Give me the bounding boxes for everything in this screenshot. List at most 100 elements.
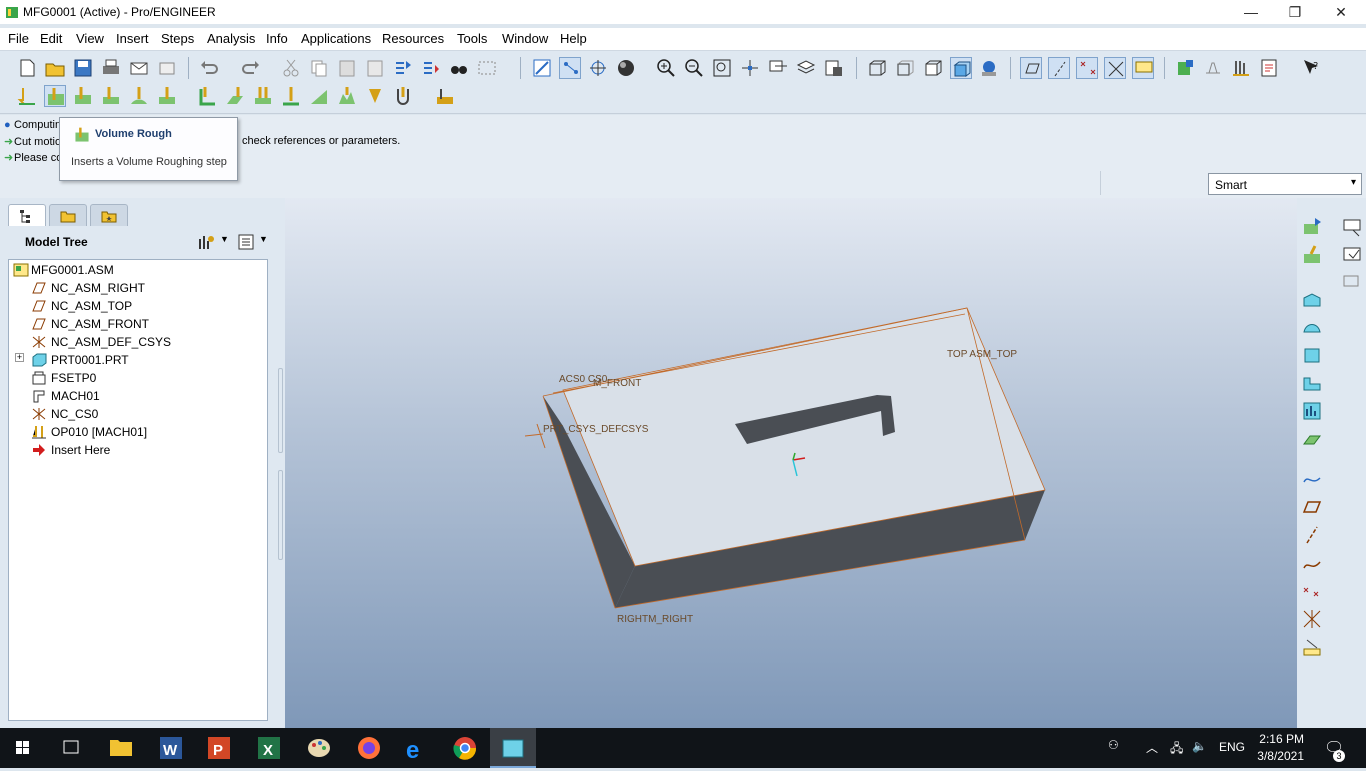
redo-icon[interactable] [240, 57, 262, 79]
mill-volume-icon[interactable] [1301, 244, 1323, 266]
tree-settings-icon[interactable] [197, 233, 215, 251]
engraving-icon[interactable] [308, 85, 330, 107]
start-button[interactable] [0, 728, 46, 768]
paste-icon[interactable] [336, 57, 358, 79]
edge-button[interactable]: e [394, 728, 440, 768]
proengineer-taskbar-button[interactable] [490, 728, 536, 768]
menu-help[interactable]: Help [560, 31, 587, 46]
menu-analysis[interactable]: Analysis [207, 31, 255, 46]
undo-icon[interactable] [198, 57, 220, 79]
csys-display-icon[interactable] [1104, 57, 1126, 79]
face-milling-icon[interactable] [252, 85, 274, 107]
volume-rough-icon[interactable] [44, 85, 66, 107]
sash-handle[interactable] [278, 368, 283, 453]
datum-point-tool-icon[interactable] [1301, 580, 1323, 602]
holemaking-icon[interactable] [392, 85, 414, 107]
maximize-button[interactable]: ❐ [1272, 0, 1318, 24]
trajectory-milling-icon[interactable] [280, 85, 302, 107]
tree-item[interactable]: NC_ASM_TOP [9, 297, 267, 315]
close-button[interactable]: ✕ [1318, 0, 1364, 24]
tree-item[interactable]: MFG0001.ASM [9, 261, 267, 279]
repaint-icon[interactable] [531, 57, 553, 79]
menu-window[interactable]: Window [502, 31, 548, 46]
chevron-down-icon[interactable]: ▼ [220, 234, 229, 244]
firefox-button[interactable] [346, 728, 392, 768]
selection-filter-dropdown[interactable]: Smart ▾ [1208, 173, 1362, 195]
workcell-icon[interactable] [1202, 57, 1224, 79]
tool-manager-icon[interactable] [1230, 57, 1252, 79]
display-style-sphere-icon[interactable] [615, 57, 637, 79]
menu-applications[interactable]: Applications [301, 31, 371, 46]
tree-item[interactable]: NC_ASM_DEF_CSYS [9, 333, 267, 351]
chart-feature-icon[interactable] [1301, 400, 1323, 422]
find-binoculars-icon[interactable] [448, 57, 470, 79]
task-view-button[interactable] [48, 728, 94, 768]
mill-surface-icon[interactable] [1341, 244, 1363, 266]
regenerate-icon[interactable] [392, 57, 414, 79]
analysis-tool-icon[interactable] [1301, 636, 1323, 658]
minimize-button[interactable]: — [1228, 0, 1274, 24]
chrome-button[interactable] [442, 728, 488, 768]
tree-item[interactable]: OP010 [MACH01] [9, 423, 267, 441]
cut-icon[interactable] [280, 57, 302, 79]
layers-icon[interactable] [795, 57, 817, 79]
nc-sequence-icon[interactable] [16, 85, 38, 107]
workpiece-icon[interactable] [1301, 288, 1323, 310]
word-button[interactable]: W [148, 728, 194, 768]
menu-view[interactable]: View [76, 31, 104, 46]
context-help-icon[interactable]: ? [1300, 57, 1322, 79]
roughing-icon[interactable] [72, 85, 94, 107]
wireframe-icon[interactable] [866, 57, 888, 79]
menu-info[interactable]: Info [266, 31, 288, 46]
menu-file[interactable]: File [8, 31, 29, 46]
reorient-icon[interactable] [739, 57, 761, 79]
panel-sash[interactable] [276, 198, 285, 728]
model-view[interactable]: TOP ASM_TOP RIGHTM_RIGHT ACS0 CS0 M_FRON… [285, 198, 1297, 728]
excel-button[interactable]: X [246, 728, 292, 768]
tree-item[interactable]: NC_ASM_FRONT [9, 315, 267, 333]
tree-item[interactable]: MACH01 [9, 387, 267, 405]
enhanced-realism-icon[interactable] [978, 57, 1000, 79]
chevron-down-icon[interactable]: ▼ [259, 234, 268, 244]
mfg-info-icon[interactable] [1258, 57, 1280, 79]
skin-surface-icon[interactable] [1301, 316, 1323, 338]
mfg-setup-icon[interactable] [1174, 57, 1196, 79]
clock-time[interactable]: 2:16 PM [1256, 732, 1304, 746]
tree-item[interactable]: NC_ASM_RIGHT [9, 279, 267, 297]
print-icon[interactable] [100, 57, 122, 79]
plunge-milling-icon[interactable] [364, 85, 386, 107]
file-explorer-button[interactable] [98, 728, 144, 768]
sash-handle[interactable] [278, 470, 283, 560]
zoom-out-icon[interactable] [683, 57, 705, 79]
toolpath-icon[interactable] [1341, 272, 1363, 294]
datum-planes-display-icon[interactable] [1020, 57, 1042, 79]
send-mail-icon[interactable] [128, 57, 150, 79]
menu-tools[interactable]: Tools [457, 31, 487, 46]
flat-surface-icon[interactable] [1301, 428, 1323, 450]
open-folder-icon[interactable] [44, 57, 66, 79]
menu-edit[interactable]: Edit [40, 31, 62, 46]
turning-icon[interactable] [434, 85, 456, 107]
powerpoint-button[interactable]: P [196, 728, 242, 768]
send-attachment-icon[interactable] [156, 57, 178, 79]
extrude-cut-icon[interactable] [1301, 372, 1323, 394]
menu-resources[interactable]: Resources [382, 31, 444, 46]
volume-icon[interactable]: 🔈 [1192, 739, 1207, 753]
people-icon[interactable]: ⚇ [1108, 738, 1119, 752]
tab-favorites[interactable] [90, 204, 128, 226]
regeneration-manager-icon[interactable] [420, 57, 442, 79]
mill-feature-icon[interactable] [1301, 344, 1323, 366]
tab-model-tree[interactable] [8, 204, 46, 226]
tab-folder-browser[interactable] [49, 204, 87, 226]
mill-window-icon[interactable] [1301, 216, 1323, 238]
tree-item[interactable]: NC_CS0 [9, 405, 267, 423]
hidden-line-icon[interactable] [894, 57, 916, 79]
sketch-icon[interactable] [1341, 216, 1363, 238]
save-icon[interactable] [72, 57, 94, 79]
tree-item[interactable]: + PRT0001.PRT [9, 351, 267, 369]
thread-milling-icon[interactable] [336, 85, 358, 107]
selection-box-icon[interactable] [476, 57, 498, 79]
datum-curve-icon[interactable] [1301, 468, 1323, 490]
datum-plane-tool-icon[interactable] [1301, 496, 1323, 518]
finishing-icon[interactable] [128, 85, 150, 107]
